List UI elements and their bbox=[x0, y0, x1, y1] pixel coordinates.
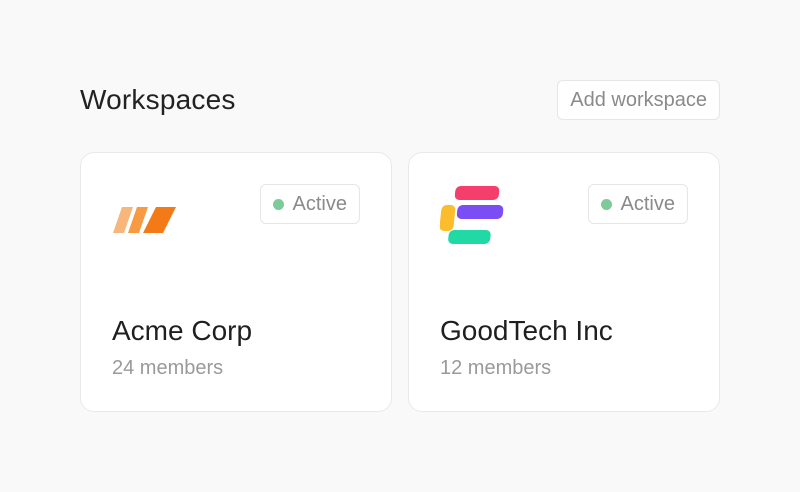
status-label: Active bbox=[292, 192, 347, 215]
acme-stripes-logo-icon bbox=[113, 207, 176, 233]
workspace-card-list: Active Acme Corp 24 members Active GoodT… bbox=[80, 152, 720, 412]
workspace-card-goodtech-inc[interactable]: Active GoodTech Inc 12 members bbox=[408, 152, 720, 412]
workspace-member-count: 12 members bbox=[440, 357, 552, 379]
workspace-name: GoodTech Inc bbox=[440, 315, 613, 346]
status-dot-icon bbox=[272, 198, 284, 210]
workspaces-header: Workspaces Add workspace bbox=[80, 80, 720, 120]
workspace-name: Acme Corp bbox=[112, 315, 253, 346]
status-label: Active bbox=[620, 192, 675, 215]
workspace-member-count: 24 members bbox=[112, 357, 224, 379]
goodtech-s-logo-icon bbox=[440, 186, 504, 244]
workspace-card-acme-corp[interactable]: Active Acme Corp 24 members bbox=[80, 152, 392, 412]
status-badge: Active bbox=[259, 184, 360, 224]
status-badge: Active bbox=[587, 184, 688, 224]
status-dot-icon bbox=[600, 198, 612, 210]
add-workspace-button[interactable]: Add workspace bbox=[557, 80, 720, 120]
page-title: Workspaces bbox=[80, 84, 236, 115]
